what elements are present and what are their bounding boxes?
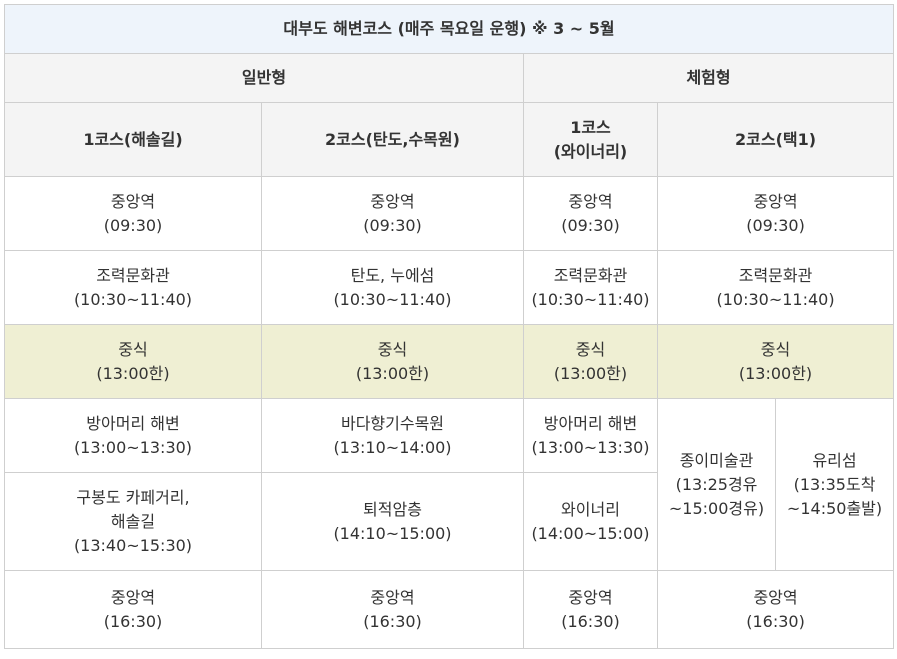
cell-place: 퇴적암층 [363,499,422,519]
cell-place: 중앙역 [753,191,798,211]
cell-place: 조력문화관 [96,265,170,285]
cell-place: 중앙역 [753,587,798,607]
cell-time: (13:00한) [738,363,813,383]
group-row: 일반형 체험형 [4,53,895,103]
cell-time: (09:30) [103,215,163,235]
cell-stop3-g1: 구봉도 카페거리, 해솔길 (13:40~15:30) [4,472,262,571]
cell-time: (14:00~15:00) [531,523,650,543]
cell-lunch-g2: 중식 (13:00한) [261,324,524,399]
cell-time: (09:30) [561,215,620,235]
cell-time: (16:30) [103,611,163,631]
cell-depart-e2: 중앙역 (09:30) [656,176,895,251]
cell-place: 종이미술관 [679,450,754,470]
cell-return-e1: 중앙역 (16:30) [523,570,658,649]
cell-time: (13:00한) [96,363,170,383]
cell-depart-e1: 중앙역 (09:30) [523,176,658,251]
cell-time: (13:00~13:30) [531,437,650,457]
schedule-table: 대부도 해변코스 (매주 목요일 운행) ※ 3 ~ 5월 일반형 체험형 1코… [3,4,895,649]
cell-time: (13:10~14:00) [333,437,452,457]
cell-time: (10:30~11:40) [333,289,452,309]
cell-place: 중앙역 [110,587,156,607]
cell-lunch-e1: 중식 (13:00한) [523,324,658,399]
cell-time: ~15:00경유) [668,498,765,518]
cell-stop1-e2: 조력문화관 (10:30~11:40) [656,250,895,325]
cell-time: (13:00한) [355,363,430,383]
course-general-1: 1코스(해솔길) [4,102,262,177]
cell-stop1-g2: 탄도, 누에섬 (10:30~11:40) [261,250,524,325]
depart-row: 중앙역 (09:30) 중앙역 (09:30) 중앙역 (09:30) 중앙역 … [4,176,895,251]
title-row: 대부도 해변코스 (매주 목요일 운행) ※ 3 ~ 5월 [3,4,895,54]
cell-time: (16:30) [746,611,805,631]
course-experience-1: 1코스 (와이너리) [523,102,658,177]
group-experience: 체험형 [522,53,895,103]
course-general-2: 2코스(탄도,수목원) [261,102,524,177]
return-row: 중앙역 (16:30) 중앙역 (16:30) 중앙역 (16:30) 중앙역 … [4,570,895,649]
stop1-row: 조력문화관 (10:30~11:40) 탄도, 누에섬 (10:30~11:40… [4,250,895,325]
cell-time: (10:30~11:40) [531,289,650,309]
cell-time: (10:30~11:40) [716,289,835,309]
cell-place: 탄도, 누에섬 [350,265,435,285]
cell-stop1-g1: 조력문화관 (10:30~11:40) [4,250,262,325]
cell-stop2-e2-paper-museum: 종이미술관 (13:25경유 ~15:00경유) [657,398,776,571]
cell-place: 중식 [377,339,408,359]
cell-place: 중앙역 [568,191,613,211]
cell-stop2-g1: 방아머리 해변 (13:00~13:30) [4,398,262,473]
cell-time: (16:30) [363,611,422,631]
cell-place: 중앙역 [370,587,415,607]
cell-time: ~14:50출발) [786,498,883,518]
cell-stop3-e1: 와이너리 (14:00~15:00) [523,472,658,571]
cell-place: 조력문화관 [738,265,813,285]
group-general: 일반형 [4,53,524,103]
cell-place: 조력문화관 [553,265,628,285]
cell-time: (09:30) [363,215,422,235]
cell-place: 유리섬 [812,450,857,470]
cell-stop2-g2: 바다향기수목원 (13:10~14:00) [261,398,524,473]
cell-place: 중식 [760,339,791,359]
cell-return-e2: 중앙역 (16:30) [656,570,895,649]
cell-place: 바다향기수목원 [340,413,445,433]
cell-stop1-e1: 조력문화관 (10:30~11:40) [523,250,658,325]
cell-place: 중식 [118,339,148,359]
cell-return-g2: 중앙역 (16:30) [261,570,524,649]
cell-stop3-g2: 퇴적암층 (14:10~15:00) [261,472,524,571]
cell-stop2-e1: 방아머리 해변 (13:00~13:30) [523,398,658,473]
cell-time: (13:00~13:30) [73,437,193,457]
cell-place: 방아머리 해변 [543,413,638,433]
cell-time: (14:10~15:00) [333,523,452,543]
course-row: 1코스(해솔길) 2코스(탄도,수목원) 1코스 (와이너리) 2코스(택1) [4,102,895,177]
cell-time: (10:30~11:40) [73,289,193,309]
cell-place: 해솔길 [110,511,156,531]
cell-lunch-g1: 중식 (13:00한) [4,324,262,399]
cell-time: (13:40~15:30) [73,535,193,555]
lunch-row: 중식 (13:00한) 중식 (13:00한) 중식 (13:00한) 중식 (… [4,324,895,399]
cell-place: 중앙역 [568,587,613,607]
course-experience-1-line1: 1코스 [570,117,611,137]
cell-lunch-e2: 중식 (13:00한) [656,324,895,399]
cell-time: (13:25경유 [675,474,758,494]
cell-time: (13:00한) [553,363,628,383]
course-experience-2: 2코스(택1) [656,102,895,177]
cell-depart-g2: 중앙역 (09:30) [261,176,524,251]
cell-place: 중앙역 [370,191,415,211]
cell-place: 방아머리 해변 [86,413,180,433]
table-title: 대부도 해변코스 (매주 목요일 운행) ※ 3 ~ 5월 [3,4,895,54]
cell-time: (09:30) [746,215,805,235]
cell-return-g1: 중앙역 (16:30) [4,570,262,649]
course-experience-1-line2: (와이너리) [553,141,628,161]
cell-depart-g1: 중앙역 (09:30) [4,176,262,251]
cell-place: 구봉도 카페거리, [76,487,190,507]
cell-time: (13:35도착 [793,474,876,494]
stop2-row: 방아머리 해변 (13:00~13:30) 바다향기수목원 (13:10~14:… [4,398,895,571]
cell-stop2-e2-glass-island: 유리섬 (13:35도착 ~14:50출발) [774,398,895,571]
cell-time: (16:30) [561,611,620,631]
cell-place: 와이너리 [561,499,620,519]
cell-place: 중식 [575,339,606,359]
cell-place: 중앙역 [110,191,156,211]
